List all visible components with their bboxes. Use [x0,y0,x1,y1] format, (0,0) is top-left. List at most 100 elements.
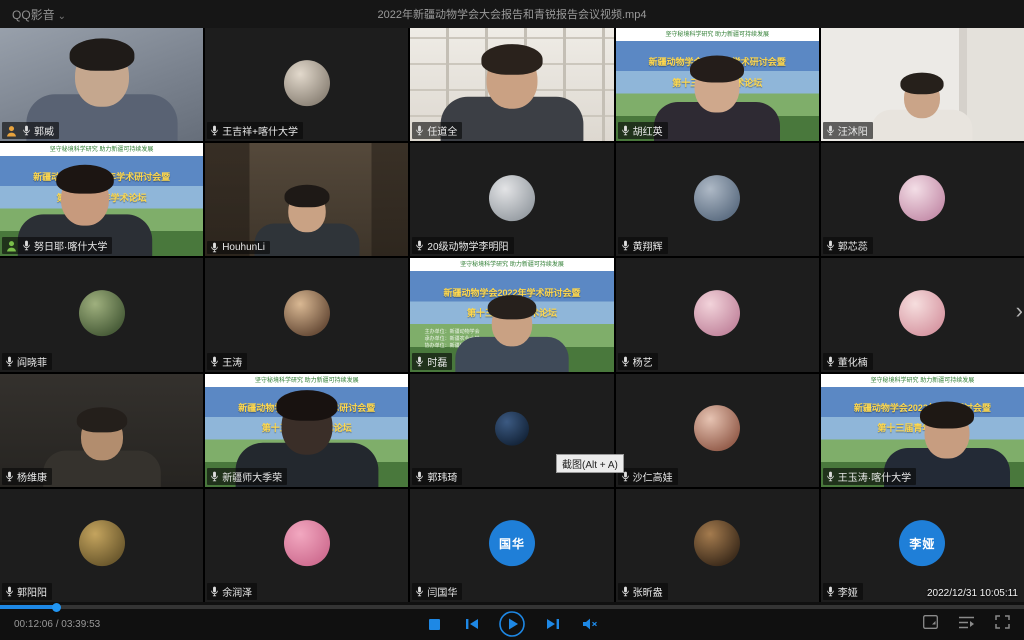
text-avatar: 国华 [489,521,535,567]
screenshot-tooltip: 截图(Alt + A) [556,454,624,473]
player-bar: 00:12:06 / 03:39:53 [0,602,1024,640]
person-silhouette [43,413,161,487]
participant-name: 闫国华 [427,584,457,599]
participant-tile: 李娅 李娅 2022/12/31 10:05:11 [821,489,1024,602]
photo-avatar [79,290,125,336]
participant-label: 汪沐阳 [823,122,873,139]
participant-label: 郭玮琦 [412,468,462,485]
mic-icon [210,586,219,597]
recording-timestamp: 2022/12/31 10:05:11 [927,588,1018,599]
mic-icon [210,356,219,367]
participant-label: 胡红英 [618,122,668,139]
participant-tile: 黄翔辉 [616,143,819,256]
participant-tile: 余润泽 [205,489,408,602]
play-button[interactable] [499,611,525,637]
next-page-chevron[interactable]: › [1016,300,1023,322]
slide-top-text: 坚守秘境科学研究 助力新疆可持续发展 [0,144,203,153]
titlebar: QQ影音⌄ 2022年新疆动物学会大会报告和青锐报告会议视频.mp4 [0,0,1024,28]
participant-name: HouhunLi [222,242,265,253]
participant-tile: 杨维康 [0,374,203,487]
photo-avatar [899,290,945,336]
person-head [75,46,129,107]
photo-avatar [694,290,740,336]
playlist-button[interactable] [958,614,974,630]
photo-avatar [284,521,330,567]
next-button[interactable] [541,613,563,635]
participant-label: 王玉涛·喀什大学 [823,468,916,485]
participant-name: 董化楠 [838,354,868,369]
participant-label: 时磊 [412,353,452,370]
photo-avatar [694,405,740,451]
mic-icon [210,471,219,482]
tile-stage [205,143,408,256]
participant-tile: HouhunLi [205,143,408,256]
progress-bar[interactable] [0,605,1024,609]
participant-label: 郭芯蕊 [823,237,873,254]
stop-icon [429,619,440,630]
participant-tile: 任道全 [410,28,613,141]
mic-icon [210,125,219,136]
participant-label: 20级动物学李明阳 [412,237,513,254]
participant-label: 努日耶·喀什大学 [2,237,112,254]
person-head [492,300,533,346]
participant-name: 杨艺 [633,354,653,369]
participant-label: 新疆师大季荣 [207,468,287,485]
participant-name: 张昕盎 [633,584,663,599]
photo-avatar [694,175,740,221]
mic-icon [826,125,835,136]
app-name: QQ影音 [12,8,55,22]
video-filename: 2022年新疆动物学会大会报告和青锐报告会议视频.mp4 [0,6,1024,22]
mic-icon [415,586,424,597]
fullscreen-button[interactable] [994,614,1010,630]
mic-icon [826,240,835,251]
photo-avatar [694,521,740,567]
participant-name: 阎晓菲 [17,354,47,369]
participant-name: 郭威 [34,123,54,138]
participant-tile: 阎晓菲 [0,258,203,371]
mic-icon [415,356,424,367]
participant-name: 沙仁高娃 [633,469,673,484]
participant-tile: 王吉祥+喀什大学 [205,28,408,141]
mic-icon [210,242,219,253]
participant-name: 20级动物学李明阳 [427,238,508,253]
participant-tile: 20级动物学李明阳 [410,143,613,256]
participant-label: 王吉祥+喀什大学 [207,122,303,139]
participant-label: 张昕盎 [618,583,668,600]
mic-icon [415,125,424,136]
participant-tile: 王涛 [205,258,408,371]
participant-label: 董化楠 [823,353,873,370]
play-icon [499,611,525,637]
participant-tile: 坚守秘境科学研究 助力新疆可持续发展新疆动物学会2022年学术研讨会暨第十三届青… [205,374,408,487]
participant-label: 沙仁高娃 [618,468,678,485]
participant-label: 任道全 [412,122,462,139]
mic-icon [826,356,835,367]
participant-name: 王玉涛·喀什大学 [838,469,911,484]
participant-tile: 郭芯蕊 [821,143,1024,256]
photo-avatar [79,521,125,567]
participant-name: 郭玮琦 [427,469,457,484]
snapshot-button[interactable] [922,614,938,630]
slide-top-text: 坚守秘境科学研究 助力新疆可持续发展 [616,29,819,38]
previous-button[interactable] [461,613,483,635]
participant-label: 余润泽 [207,583,257,600]
participant-name: 王涛 [222,354,242,369]
person-head [924,407,969,458]
slide-top-text: 坚守秘境科学研究 助力新疆可持续发展 [410,259,613,268]
mic-icon [5,471,14,482]
participant-name: 王吉祥+喀什大学 [222,123,298,138]
mute-icon [583,618,598,630]
next-icon [546,618,559,630]
video-content[interactable]: 郭威 王吉祥+喀什大学 任道全 坚守秘境科学研究 助力新疆可持续发展新疆动物学会… [0,28,1024,602]
mute-button[interactable] [579,613,601,635]
participant-tile: 坚守秘境科学研究 助力新疆可持续发展新疆动物学会2022年学术研讨会暨第十三届青… [821,374,1024,487]
participant-tile: 杨艺 [616,258,819,371]
participant-tile: 沙仁高娃 [616,374,819,487]
participant-name: 郭阳阳 [17,584,47,599]
participant-label: 李娅 [823,583,863,600]
mic-icon [621,125,630,136]
person-head [904,78,940,119]
stop-button[interactable] [423,613,445,635]
app-menu-button[interactable]: QQ影音⌄ [12,6,66,23]
person-head [486,51,537,109]
person-head [695,62,740,113]
